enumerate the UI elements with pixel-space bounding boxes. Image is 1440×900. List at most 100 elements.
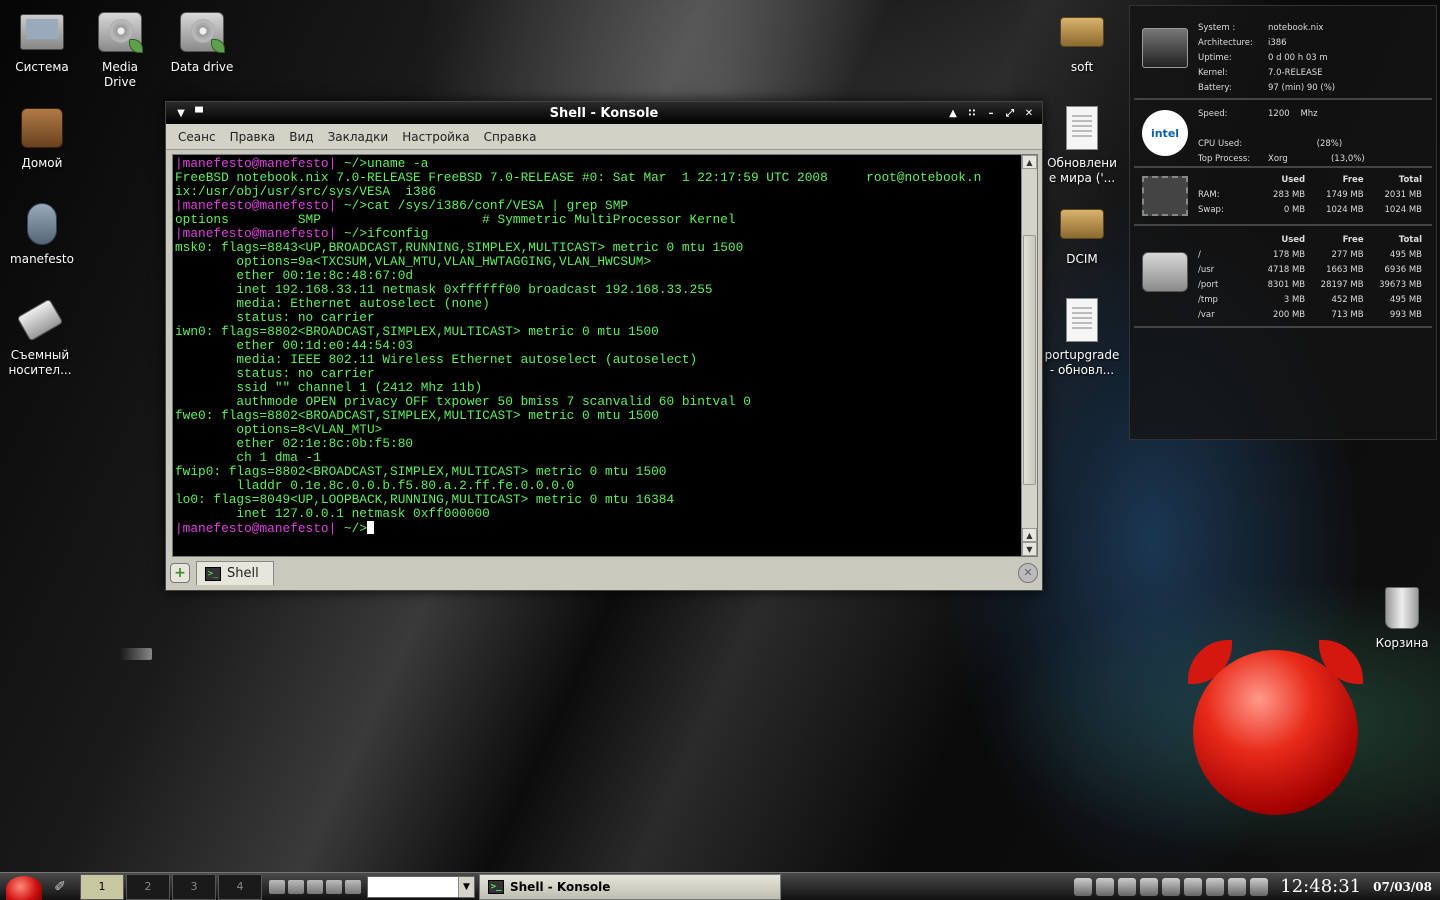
terminal-text: ~/>uname -a	[336, 157, 429, 171]
terminal-line: status: no carrier	[175, 311, 1019, 325]
sticky-icon[interactable]: ▀	[190, 108, 208, 119]
minimize-icon[interactable]: –	[982, 108, 1000, 119]
scrollbar-thumb[interactable]	[1023, 235, 1036, 485]
menubar: Сеанс Правка Вид Закладки Настройка Справка	[166, 124, 1042, 150]
tab-shell[interactable]: >_ Shell	[196, 561, 274, 585]
desktop-icon-media-drive[interactable]: Media Drive	[78, 8, 162, 90]
desktop-icon-updates[interactable]: Обновлени е мира ('...	[1040, 104, 1124, 186]
shade-icon[interactable]: ∷	[963, 108, 981, 119]
terminal-line: iwn0: flags=8802<BROADCAST,SIMPLEX,MULTI…	[175, 325, 1019, 339]
table-cell: 713 MB	[1331, 309, 1364, 320]
menu-item[interactable]: Правка	[223, 130, 283, 144]
desktop-icon-dcim[interactable]: DCIM	[1040, 200, 1124, 267]
terminal-launch-icon[interactable]	[288, 879, 304, 894]
scroll-up-icon[interactable]: ▲	[1022, 528, 1037, 542]
terminal-text: inet 127.0.0.1 netmask 0xff000000	[175, 506, 490, 521]
printer-icon[interactable]	[307, 879, 323, 894]
table-cell: /tmp	[1198, 294, 1218, 305]
window-icon[interactable]	[1206, 877, 1225, 896]
download-icon[interactable]	[1162, 877, 1181, 896]
desktop-icon-trash[interactable]: Корзина	[1360, 584, 1440, 651]
desktop-button-4[interactable]: 4	[218, 873, 262, 900]
package-icon[interactable]	[269, 879, 285, 894]
konsole-window[interactable]: ▼ ▀ Shell - Konsole ▲ ∷ – ⤢ ✕ Сеанс Правк…	[165, 101, 1043, 591]
info-key: Speed:	[1198, 108, 1228, 119]
desktop-button-2[interactable]: 2	[126, 873, 170, 900]
freebsd-menu-icon	[6, 875, 42, 900]
menu-item[interactable]: Вид	[282, 130, 320, 144]
info-value: 1200 Mhz	[1268, 108, 1318, 119]
info-value: 0 d 00 h 03 m	[1268, 52, 1328, 63]
desktop-button-3[interactable]: 3	[172, 873, 216, 900]
maximize-icon[interactable]: ⤢	[1001, 108, 1019, 119]
settings-icon[interactable]	[345, 879, 361, 894]
window-menu-icon[interactable]: ▼	[172, 108, 190, 119]
info-row: Top Process: Xorg (13,0%)	[1198, 151, 1428, 166]
scroll-down-icon[interactable]: ▼	[1022, 542, 1037, 556]
terminal-text: lo0: flags=8049<UP,LOOPBACK,RUNNING,MULT…	[175, 492, 675, 507]
terminal-icon: >_	[488, 879, 504, 894]
table-cell: 1024 MB	[1326, 204, 1364, 215]
scroll-up-icon[interactable]: ▲	[1022, 155, 1037, 169]
network-icon[interactable]	[1074, 877, 1093, 896]
terminal-text: authmode OPEN privacy OFF txpower 50 bmi…	[175, 394, 751, 409]
desktop-icon-soft[interactable]: soft	[1040, 8, 1124, 75]
terminal-line: lladdr 0.1e.8c.0.0.b.f5.80.a.2.ff.fe.0.0…	[175, 479, 1019, 493]
info-key: Battery:	[1198, 82, 1232, 93]
chevron-down-icon[interactable]: ▼	[458, 876, 474, 897]
menu-item[interactable]: Сеанс	[171, 130, 223, 144]
k-menu-button[interactable]	[0, 873, 48, 900]
window-titlebar[interactable]: ▼ ▀ Shell - Konsole ▲ ∷ – ⤢ ✕	[166, 102, 1042, 124]
date[interactable]: 07/03/08	[1373, 880, 1432, 894]
table-cell: Free	[1342, 174, 1364, 185]
terminal-line: |manefesto@manefesto| ~/>	[175, 521, 1019, 536]
desktop-icon-user[interactable]: manefesto	[0, 200, 84, 267]
globe-icon[interactable]	[1184, 877, 1203, 896]
terminal-line: status: no carrier	[175, 367, 1019, 381]
menu-item[interactable]: Настройка	[395, 130, 476, 144]
close-icon[interactable]: ✕	[1020, 108, 1038, 119]
table-cell: 0 MB	[1283, 204, 1306, 215]
table-cell: Swap:	[1198, 204, 1224, 215]
terminal-area[interactable]: |manefesto@manefesto| ~/>uname -a FreeBSD…	[172, 154, 1038, 557]
desktop-button-1[interactable]: 1	[80, 873, 124, 900]
menu-item[interactable]: Справка	[477, 130, 544, 144]
terminal-line: inet 127.0.0.1 netmask 0xff000000	[175, 507, 1019, 521]
display-icon[interactable]	[1118, 877, 1137, 896]
desktop-icon-home[interactable]: Домой	[0, 104, 84, 171]
shell-prompt: |manefesto@manefesto|	[175, 521, 337, 536]
desktop-icon-portupgrade[interactable]: portupgrade - обновл...	[1040, 296, 1124, 378]
terminal-output[interactable]: |manefesto@manefesto| ~/>uname -a FreeBSD…	[175, 157, 1019, 554]
info-row: Kernel: 7.0-RELEASE	[1198, 65, 1428, 80]
clipboard-icon[interactable]	[1228, 877, 1247, 896]
desktop-icon-label: Корзина	[1375, 636, 1429, 650]
desktop-icon-removable[interactable]: Съемный носител...	[0, 296, 82, 378]
terminal-line: ether 02:1e:8c:0b:f5:80	[175, 437, 1019, 451]
desktop-icon-label: manefesto	[10, 252, 74, 266]
clock[interactable]: 12:48:31	[1280, 876, 1361, 897]
info-row: Speed: 1200 Mhz	[1198, 106, 1428, 121]
keep-above-icon[interactable]: ▲	[944, 108, 962, 119]
taskbar-item-konsole[interactable]: >_ Shell - Konsole	[479, 873, 781, 900]
run-command-combo[interactable]: ▼	[367, 875, 475, 898]
hard-drive-icon	[96, 8, 144, 56]
disk-table: Used Free Total / 178 MB 277 MB 495 MB/usr 4718…	[1198, 232, 1422, 322]
desktop-icon-system[interactable]: Система	[0, 8, 84, 75]
new-session-button[interactable]: +	[170, 563, 190, 583]
close-session-button[interactable]: ✕	[1018, 563, 1038, 583]
terminal-line: FreeBSD notebook.nix 7.0-RELEASE FreeBSD…	[175, 171, 1019, 185]
battery-icon[interactable]	[1096, 877, 1115, 896]
table-cell: Total	[1398, 174, 1423, 185]
media-icon[interactable]	[326, 879, 342, 894]
info-row: Uptime: 0 d 00 h 03 m	[1198, 50, 1428, 65]
menu-item[interactable]: Закладки	[321, 130, 396, 144]
phone-icon[interactable]	[1140, 877, 1159, 896]
desktop-icon-label: Media Drive	[101, 60, 139, 89]
desktop-icon-label: portupgrade - обновл...	[1044, 348, 1120, 377]
run-command-input[interactable]	[368, 877, 458, 897]
volume-icon[interactable]	[1250, 877, 1269, 896]
guitar-launcher-icon[interactable]: ✐	[48, 879, 72, 895]
desktop-icon-data-drive[interactable]: Data drive	[160, 8, 244, 75]
vertical-scrollbar[interactable]: ▲ ▲ ▼	[1021, 155, 1037, 556]
freebsd-logo	[1188, 640, 1363, 815]
